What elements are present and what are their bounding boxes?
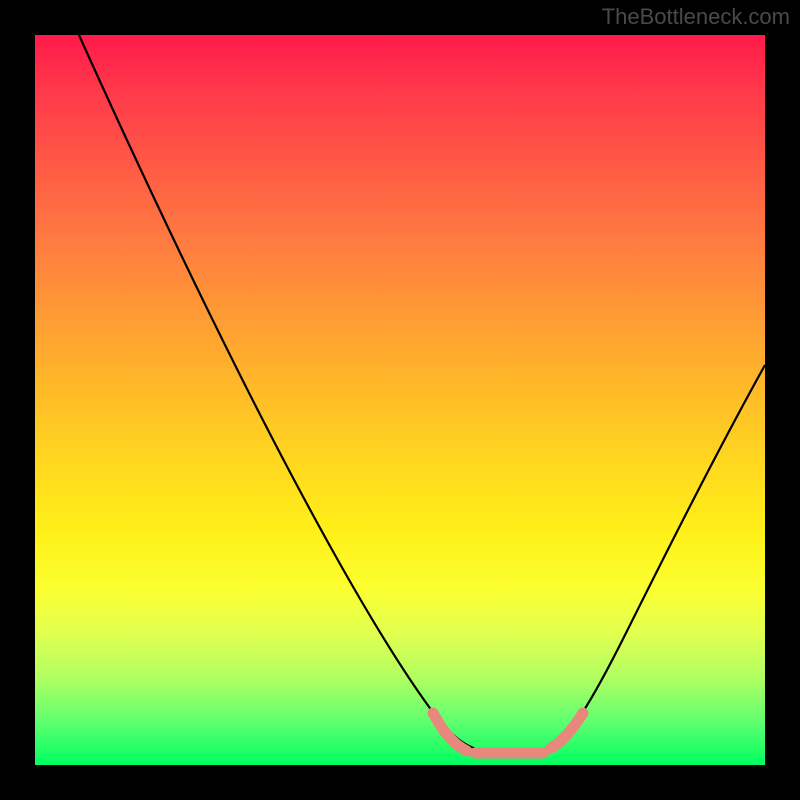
chart-curve-layer	[35, 35, 765, 765]
highlight-right-segment	[550, 713, 583, 749]
attribution-text: TheBottleneck.com	[602, 4, 790, 30]
highlight-left-segment	[433, 713, 467, 751]
bottleneck-curve	[79, 35, 765, 752]
